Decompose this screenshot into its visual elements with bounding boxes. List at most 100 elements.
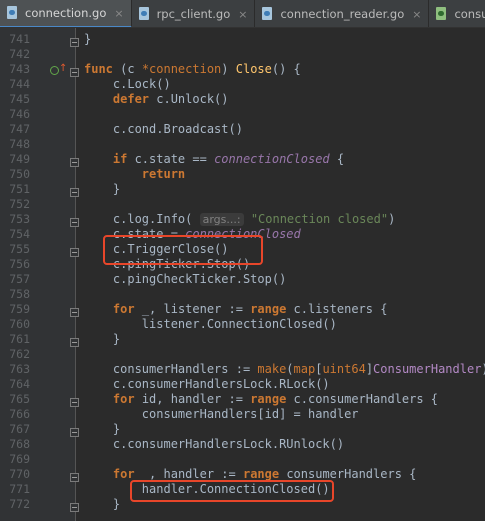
line-number: 757 (9, 272, 30, 286)
tab-connection-go[interactable]: connection.go × (0, 0, 132, 27)
line-number: 746 (9, 107, 30, 121)
code-text[interactable]: } (84, 497, 120, 512)
highlight-box-trigger-close (103, 235, 263, 265)
code-token: () { (271, 62, 301, 76)
line-number: 748 (9, 137, 30, 151)
code-token: } (84, 497, 121, 511)
code-text[interactable]: defer c.Unlock() (84, 92, 229, 107)
code-token: Close (235, 62, 272, 76)
line-number: 759 (9, 302, 30, 316)
code-line: 747 c.cond.Broadcast() (0, 122, 485, 137)
fold-marker-icon[interactable] (70, 503, 79, 512)
code-text[interactable]: c.Lock() (84, 77, 171, 92)
code-token: consumerHandlers[id] = handler (84, 407, 359, 421)
code-token: c.Lock() (84, 77, 171, 91)
fold-marker-icon[interactable] (70, 248, 79, 257)
tab-consum[interactable]: consum (429, 0, 485, 27)
code-text[interactable]: return (84, 167, 185, 182)
code-token: return (141, 167, 186, 181)
fold-marker-icon[interactable] (70, 218, 79, 227)
code-token: } (84, 182, 121, 196)
code-token: ) (481, 362, 485, 376)
line-number: 771 (9, 482, 30, 496)
code-text[interactable]: for _, listener := range c.listeners { (84, 302, 388, 317)
go-file-icon (261, 7, 274, 21)
fold-marker-icon[interactable] (70, 68, 79, 77)
code-text[interactable]: } (84, 182, 120, 197)
code-text[interactable]: consumerHandlers := make(map[uint64]Cons… (84, 362, 485, 377)
line-number: 744 (9, 77, 30, 91)
code-text[interactable]: if c.state == connectionClosed { (84, 152, 344, 167)
line-number: 758 (9, 287, 30, 301)
code-token: c.Unlock() (149, 92, 229, 106)
code-token: func (84, 62, 113, 76)
line-number: 750 (9, 167, 30, 181)
code-token: c.pingCheckTicker.Stop() (84, 272, 287, 286)
code-token: c.listeners { (286, 302, 388, 316)
code-line: 746 (0, 107, 485, 122)
code-token: ConsumerHandler (373, 362, 482, 376)
line-number: 768 (9, 437, 30, 451)
fold-marker-icon[interactable] (70, 38, 79, 47)
close-tab-icon[interactable]: × (114, 7, 123, 20)
code-text[interactable]: } (84, 422, 120, 437)
code-text[interactable]: } (84, 332, 120, 347)
implements-interface-icon[interactable]: ↑ (50, 63, 67, 79)
code-text[interactable]: c.log.Info( args...: "Connection closed"… (84, 212, 395, 227)
code-token: make (257, 362, 287, 376)
fold-marker-icon[interactable] (70, 428, 79, 437)
code-text[interactable]: } (84, 32, 91, 47)
line-number: 743 (9, 62, 30, 76)
code-token: c.consumerHandlersLock.RLock() (84, 377, 330, 391)
code-token: _, handler := (134, 467, 243, 481)
line-number: 751 (9, 182, 30, 196)
code-token: range (242, 467, 280, 481)
line-number: 749 (9, 152, 30, 166)
code-text[interactable]: c.consumerHandlersLock.RUnlock() (84, 437, 344, 452)
code-token: uint64 (322, 362, 366, 376)
fold-marker-icon[interactable] (70, 398, 79, 407)
line-number: 760 (9, 317, 30, 331)
code-text[interactable]: c.pingCheckTicker.Stop() (84, 272, 286, 287)
code-token: defer (112, 92, 150, 106)
code-line: 764 c.consumerHandlersLock.RLock() (0, 377, 485, 392)
code-text[interactable]: listener.ConnectionClosed() (84, 317, 337, 332)
code-text[interactable]: func (c *connection) Close() { (84, 62, 301, 77)
code-token: map (293, 362, 316, 376)
fold-marker-icon[interactable] (70, 308, 79, 317)
go-file-icon (435, 7, 448, 21)
tab-label: connection_reader.go (280, 7, 405, 21)
code-line: 750 return (0, 167, 485, 182)
fold-marker-icon[interactable] (70, 338, 79, 347)
line-number: 756 (9, 257, 30, 271)
code-text[interactable]: consumerHandlers[id] = handler (84, 407, 359, 422)
code-token: id, handler := (134, 392, 251, 406)
code-text[interactable]: c.consumerHandlersLock.RLock() (84, 377, 330, 392)
tab-rpc-client-go[interactable]: rpc_client.go × (132, 0, 256, 27)
go-file-icon (6, 6, 19, 20)
fold-marker-icon[interactable] (70, 473, 79, 482)
tab-label: rpc_client.go (156, 7, 231, 21)
code-text[interactable]: c.cond.Broadcast() (84, 122, 243, 137)
code-token: c.log.Info( (84, 212, 200, 226)
code-text[interactable]: for id, handler := range c.consumerHandl… (84, 392, 438, 407)
code-token: c.cond.Broadcast() (84, 122, 243, 136)
tab-label: connection.go (25, 6, 107, 20)
line-number: 763 (9, 362, 30, 376)
code-token: _, listener := (134, 302, 251, 316)
code-token: listener.ConnectionClosed() (84, 317, 337, 331)
code-line: 758 (0, 287, 485, 302)
code-token: c.state == (127, 152, 215, 166)
code-token: ) (221, 62, 236, 76)
tab-connection-reader-go[interactable]: connection_reader.go × (255, 0, 430, 27)
line-number: 741 (9, 32, 30, 46)
code-editor[interactable]: 772 } 771 handler.ConnectionClosed() 770 f… (0, 28, 485, 521)
code-line: 748 (0, 137, 485, 152)
close-tab-icon[interactable]: × (238, 8, 247, 21)
fold-marker-icon[interactable] (70, 158, 79, 167)
fold-marker-icon[interactable] (70, 188, 79, 197)
close-tab-icon[interactable]: × (412, 8, 421, 21)
